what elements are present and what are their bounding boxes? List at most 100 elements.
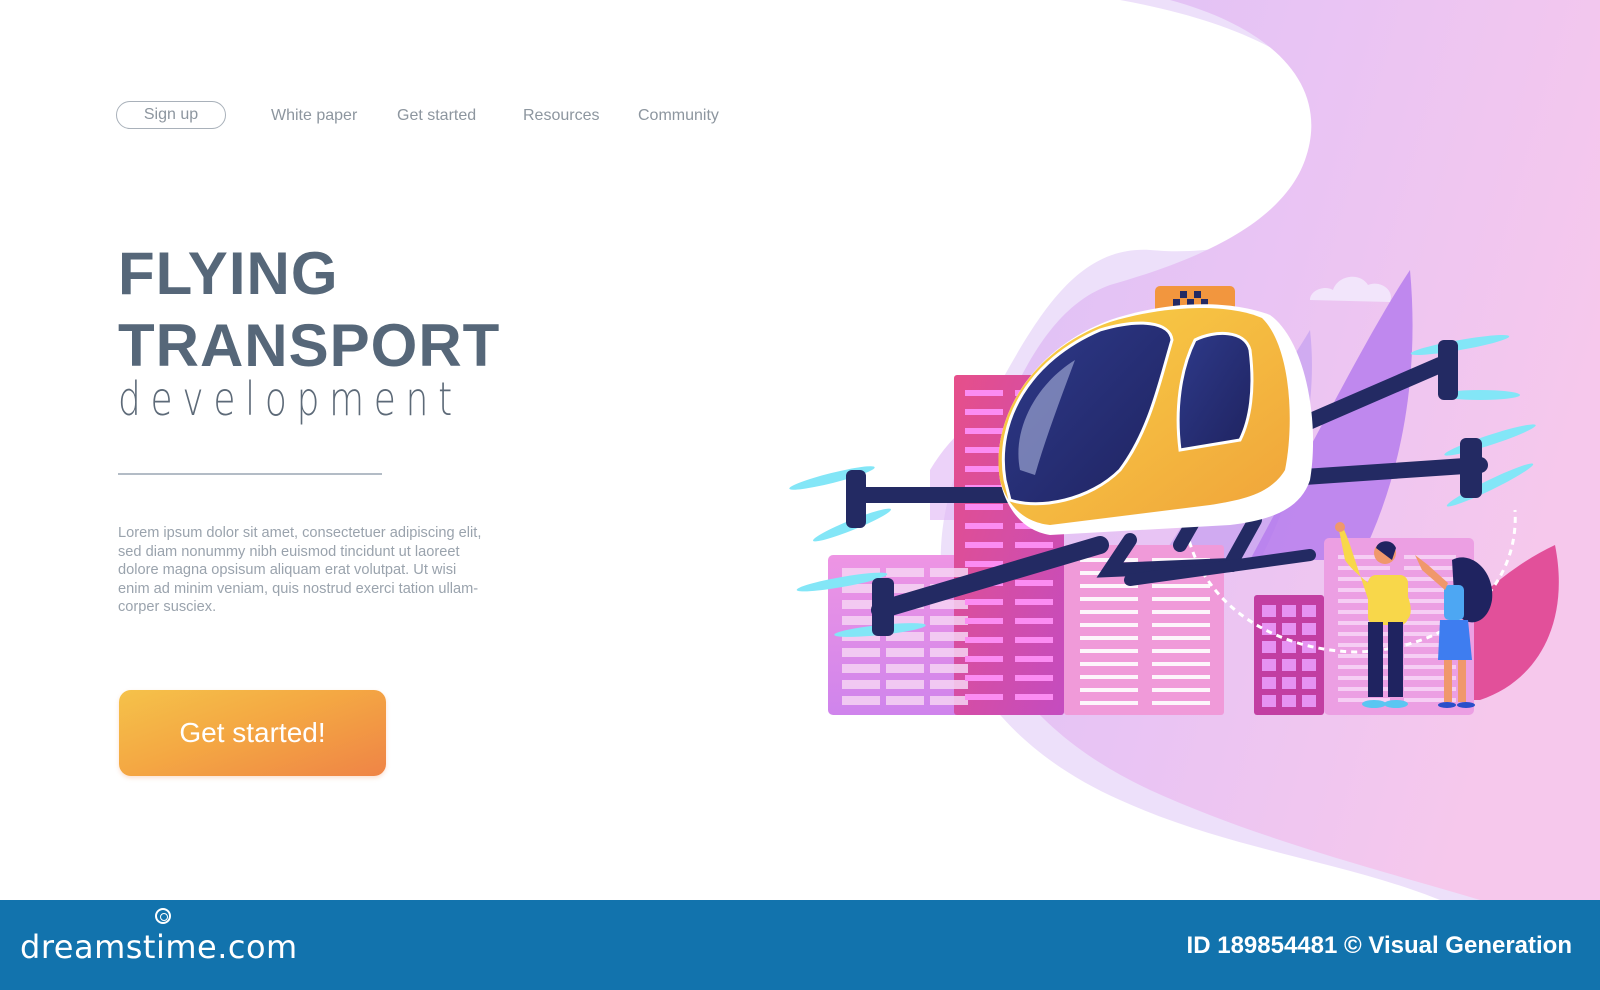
building-window xyxy=(1282,659,1296,671)
top-navigation: Sign up xyxy=(116,101,226,129)
building-window xyxy=(1015,542,1053,548)
rotor-front-left xyxy=(789,466,891,542)
building-window xyxy=(965,447,1003,453)
building-window xyxy=(1080,675,1138,679)
building-window xyxy=(1302,695,1316,707)
building-window xyxy=(1302,659,1316,671)
building-window xyxy=(1404,555,1456,559)
hero-description: Lorem ipsum dolor sit amet, consectetuer… xyxy=(118,524,538,617)
description-line: corper susciex. xyxy=(118,599,217,615)
building-window xyxy=(1262,695,1276,707)
footer-logo: dreamstime.com xyxy=(20,928,298,966)
building-window xyxy=(1302,623,1316,635)
building-window xyxy=(965,409,1003,415)
hero-title: FLYING TRANSPORT xyxy=(118,238,500,382)
building-window xyxy=(965,618,1003,624)
nav-link-get-started[interactable]: Get started xyxy=(397,107,476,125)
image-credit: ID 189854481 © Visual Generation xyxy=(1186,932,1572,959)
building-window xyxy=(1404,577,1456,581)
hero-title-line-1: FLYING xyxy=(118,240,339,307)
building-window xyxy=(1080,597,1138,601)
building-window xyxy=(1015,656,1053,662)
building-window xyxy=(965,656,1003,662)
building-window xyxy=(1015,599,1053,605)
hero-subtitle: development xyxy=(118,372,462,426)
description-line: sed diam nonummy nibh euismod tincidunt … xyxy=(118,543,460,560)
building-window xyxy=(1282,695,1296,707)
building-window xyxy=(1080,623,1138,627)
description-line: Lorem ipsum dolor sit amet, consectetuer… xyxy=(118,525,482,541)
building-window xyxy=(1152,701,1210,705)
building-window xyxy=(1015,694,1053,700)
building-window xyxy=(1282,623,1296,635)
building-window xyxy=(1152,623,1210,627)
building-window xyxy=(842,696,880,705)
spiral-logo-icon xyxy=(155,908,171,924)
building-window xyxy=(842,664,880,673)
building-window xyxy=(842,648,880,657)
side-window xyxy=(1176,331,1254,452)
sign-up-button[interactable]: Sign up xyxy=(116,101,226,129)
building-window xyxy=(930,632,968,641)
building-window xyxy=(930,680,968,689)
building-window xyxy=(1015,675,1053,681)
building-window xyxy=(965,390,1003,396)
building-window xyxy=(1152,649,1210,653)
nav-link-community[interactable]: Community xyxy=(638,107,719,125)
building-window xyxy=(886,696,924,705)
building-window xyxy=(965,694,1003,700)
building-window xyxy=(1152,688,1210,692)
building-window xyxy=(930,616,968,625)
building-window xyxy=(842,680,880,689)
building-window xyxy=(965,523,1003,529)
description-line: enim ad minim veniam, quis nostrud exerc… xyxy=(118,580,479,597)
cloud-shape xyxy=(1310,276,1391,302)
building-window xyxy=(1015,637,1053,643)
building-window xyxy=(1015,580,1053,586)
nav-link-resources[interactable]: Resources xyxy=(523,107,599,125)
building-window xyxy=(1338,566,1390,570)
building-window xyxy=(1080,610,1138,614)
description-line: dolore magna opsisum aliquam erat volutp… xyxy=(118,562,457,578)
building-window xyxy=(965,599,1003,605)
building-window xyxy=(1262,605,1276,617)
building-window xyxy=(1282,605,1296,617)
building-window xyxy=(1152,636,1210,640)
building-window xyxy=(1302,677,1316,689)
building-window xyxy=(1080,662,1138,666)
building-window xyxy=(1282,677,1296,689)
footer-bar: dreamstime.com ID 189854481 © Visual Gen… xyxy=(0,900,1600,990)
building-window xyxy=(1080,688,1138,692)
building-window xyxy=(1282,641,1296,653)
building-window xyxy=(1152,584,1210,588)
building-window xyxy=(930,664,968,673)
hero-divider xyxy=(118,473,382,475)
building-window xyxy=(930,696,968,705)
building-window xyxy=(965,466,1003,472)
building-window xyxy=(1262,677,1276,689)
building-window xyxy=(930,568,968,577)
building-window xyxy=(1080,649,1138,653)
building-window xyxy=(1152,597,1210,601)
building-window xyxy=(1262,659,1276,671)
get-started-cta-button[interactable]: Get started! xyxy=(119,690,386,776)
building-window xyxy=(1262,641,1276,653)
building-window xyxy=(1152,610,1210,614)
building-window xyxy=(1080,701,1138,705)
building-window xyxy=(1302,605,1316,617)
building-window xyxy=(886,648,924,657)
building-window xyxy=(965,675,1003,681)
building-window xyxy=(886,680,924,689)
taxi-cabin xyxy=(998,286,1314,535)
building-window xyxy=(886,568,924,577)
nav-link-white-paper[interactable]: White paper xyxy=(271,107,357,125)
building-window xyxy=(965,504,1003,510)
landing-page: Sign up White paper Get started Resource… xyxy=(0,0,1600,900)
building-window xyxy=(965,542,1003,548)
building-window xyxy=(1152,662,1210,666)
building-window xyxy=(1080,636,1138,640)
building-window xyxy=(1152,675,1210,679)
building-window xyxy=(965,428,1003,434)
building-window xyxy=(930,648,968,657)
building-window xyxy=(1015,618,1053,624)
